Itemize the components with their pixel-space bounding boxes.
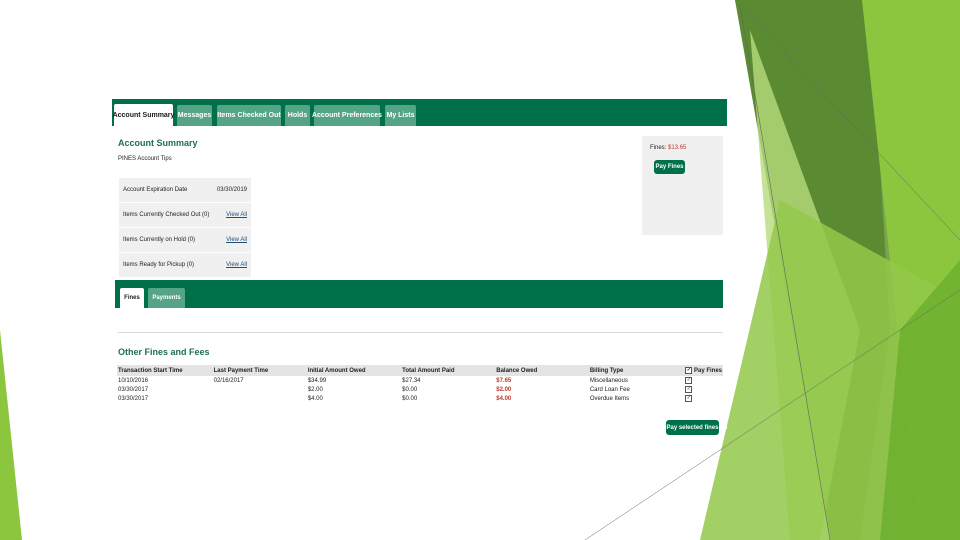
app-screenshot: Account Summary Messages Items Checked O… [112, 99, 727, 435]
cell-start: 10/10/2016 [118, 377, 149, 384]
summary-label: Items Currently on Hold (0) [123, 237, 196, 243]
cell-balance: $7.65 [496, 377, 512, 384]
tab-account-summary[interactable]: Account Summary [113, 104, 174, 126]
view-all-link[interactable]: View All [226, 212, 247, 218]
account-summary-box: Account Expiration Date 03/30/2019 Items… [119, 178, 251, 278]
summary-row-on-hold: Items Currently on Hold (0) View All [119, 228, 251, 253]
col-pay-fines: ✓ Pay Fines [684, 365, 723, 376]
cell-start: 03/30/2017 [118, 395, 149, 402]
tab-account-preferences[interactable]: Account Preferences [312, 105, 382, 126]
summary-row-expiration: Account Expiration Date 03/30/2019 [119, 178, 251, 203]
select-all-checkbox[interactable]: ✓ [685, 366, 693, 374]
cell-balance: $2.00 [496, 386, 512, 393]
tab-holds[interactable]: Holds [285, 105, 310, 126]
table-row: 03/30/2017 $4.00 $0.00 $4.00 Overdue Ite… [117, 394, 723, 403]
tab-fines[interactable]: Fines [120, 288, 144, 308]
view-all-link[interactable]: View All [226, 237, 247, 243]
other-fines-heading: Other Fines and Fees [118, 347, 210, 357]
fines-table: Transaction Start Time Last Payment Time… [117, 365, 723, 403]
cell-start: 03/30/2017 [118, 386, 149, 393]
pay-selected-fines-button[interactable]: Pay selected fines [666, 420, 719, 435]
fines-label: Fines: [650, 145, 667, 151]
table-row: 10/10/2016 02/16/2017 $34.99 $27.34 $7.6… [117, 376, 723, 385]
table-row: 03/30/2017 $2.00 $0.00 $2.00 Card Loan F… [117, 385, 723, 394]
summary-value: 03/30/2019 [216, 187, 247, 193]
cell-last-payment [213, 385, 307, 394]
cell-type: Miscellaneous [589, 377, 628, 384]
section-divider [118, 332, 723, 333]
summary-label: Items Currently Checked Out (0) [123, 212, 210, 218]
fines-amount: $13.65 [668, 145, 687, 151]
pay-fines-button[interactable]: Pay Fines [654, 160, 685, 174]
col-total-paid: Total Amount Paid [401, 365, 496, 376]
account-summary-heading: Account Summary [118, 138, 198, 148]
col-transaction-start: Transaction Start Time [117, 365, 213, 376]
cell-type: Overdue Items [589, 395, 630, 402]
summary-label: Account Expiration Date [123, 187, 188, 193]
cell-paid: $0.00 [402, 395, 418, 402]
summary-label: Items Ready for Pickup (0) [123, 262, 195, 268]
cell-initial: $2.00 [307, 386, 323, 393]
summary-row-ready-pickup: Items Ready for Pickup (0) View All [119, 253, 251, 278]
row-checkbox[interactable]: ✓ [685, 376, 693, 384]
summary-row-checked-out: Items Currently Checked Out (0) View All [119, 203, 251, 228]
col-balance-owed: Balance Owed [495, 365, 589, 376]
fines-tab-bar: Fines Payments [115, 280, 723, 308]
fines-total: Fines: $13.65 [650, 145, 686, 151]
tab-payments[interactable]: Payments [148, 288, 185, 308]
cell-initial: $34.99 [307, 377, 327, 384]
tab-items-checked-out[interactable]: Items Checked Out [217, 105, 281, 126]
row-checkbox[interactable]: ✓ [685, 385, 693, 393]
cell-initial: $4.00 [307, 395, 323, 402]
col-billing-type: Billing Type [588, 365, 685, 376]
fines-summary-box: Fines: $13.65 Pay Fines [642, 136, 723, 235]
col-initial-amount: Initial Amount Owed [306, 365, 402, 376]
cell-paid: $27.34 [402, 377, 421, 384]
cell-last-payment: 02/16/2017 [213, 377, 244, 384]
table-header-row: Transaction Start Time Last Payment Time… [117, 365, 723, 376]
tab-messages[interactable]: Messages [177, 105, 212, 126]
cell-paid: $0.00 [402, 386, 418, 393]
account-tips-link[interactable]: PINES Account Tips [118, 156, 172, 162]
cell-last-payment [213, 394, 307, 403]
col-last-payment: Last Payment Time [212, 365, 307, 376]
tab-my-lists[interactable]: My Lists [385, 105, 416, 126]
cell-type: Card Loan Fee [589, 386, 630, 393]
view-all-link[interactable]: View All [226, 262, 247, 268]
main-tab-bar: Account Summary Messages Items Checked O… [112, 99, 727, 126]
cell-balance: $4.00 [496, 395, 512, 402]
row-checkbox[interactable]: ✓ [685, 394, 693, 402]
